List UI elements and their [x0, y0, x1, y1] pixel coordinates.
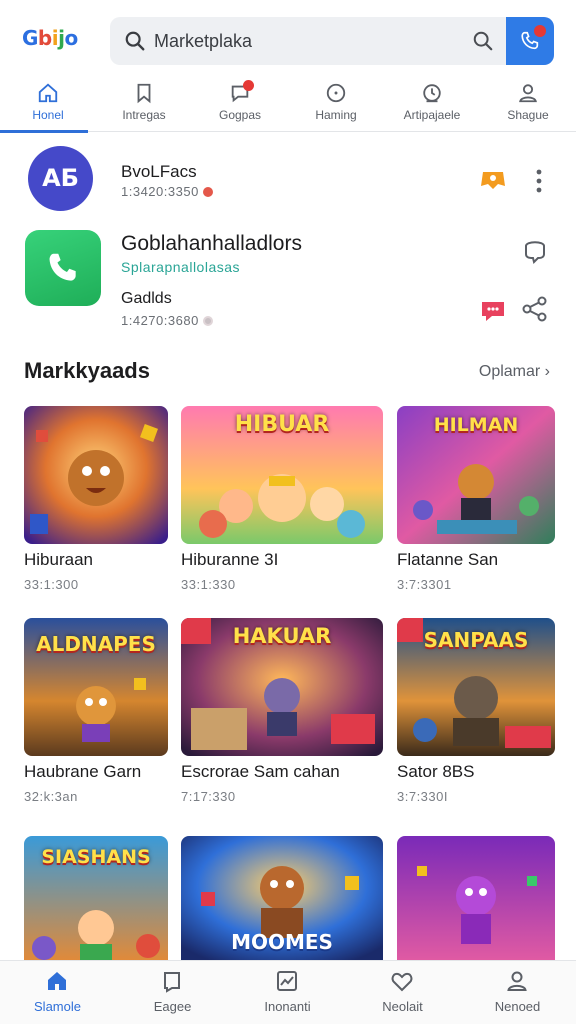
contact-name: BvoLFacs [121, 162, 197, 181]
game-thumbnail: HIBUAR [181, 406, 383, 544]
contact-sub: 1:3420:3350 [121, 184, 213, 199]
clock-icon [326, 83, 346, 103]
call-button[interactable] [506, 17, 554, 65]
game-thumbnail: SIASHANS [24, 836, 168, 960]
contact-subtitle: Splarapnallolasas [121, 259, 241, 275]
tab-badge [243, 80, 254, 91]
banner-text: SANPAAS [423, 628, 529, 652]
status-dot [202, 316, 213, 326]
game-title: Hiburaan [24, 550, 93, 569]
contact-secondary-name: Gadlds [121, 290, 172, 307]
game-thumbnail: SANPAAS [397, 618, 555, 756]
tab-intregas[interactable]: Intregas [96, 78, 192, 132]
game-title: Haubrane Garn [24, 762, 142, 781]
game-meta: 32:k:3an [24, 789, 78, 804]
nav-inonanti[interactable]: Inonanti [230, 961, 345, 1024]
game-title: Sator 8BS [397, 762, 475, 781]
game-title: Flatanne San [397, 550, 499, 569]
heart-icon [391, 972, 413, 992]
share-icon[interactable] [520, 294, 550, 324]
nav-eagee[interactable]: Eagee [115, 961, 230, 1024]
game-meta: 3:7:3301 [397, 577, 452, 592]
banner-text: HAKUAR [232, 624, 332, 648]
bottom-navigation: Slamole Eagee Inonanti Neolait Nenoed [0, 960, 576, 1024]
banner-text: HIBUAR [234, 412, 330, 437]
phone-app-icon [25, 230, 101, 306]
search-submit-icon[interactable] [472, 30, 494, 52]
tab-artipajaele[interactable]: Artipajaele [384, 78, 480, 132]
app-contact-row[interactable]: Goblahanhalladlors Splarapnallolasas Gad… [0, 230, 576, 330]
game-thumbnail: MOOMES [181, 836, 383, 960]
chat-bubble-icon[interactable] [520, 236, 550, 266]
nav-nenoed[interactable]: Nenoed [460, 961, 575, 1024]
game-controller-icon[interactable] [478, 164, 508, 194]
game-title: Escrorae Sam cahan [181, 762, 340, 781]
search-bar[interactable]: Marketplaka [110, 17, 554, 65]
nav-home[interactable]: Slamole [0, 961, 115, 1024]
game-thumbnail: HILMAN [397, 406, 555, 544]
top-bar: Gbijo Marketplaka [0, 0, 576, 78]
section-title: Markkyaads [24, 358, 150, 383]
game-thumbnail [397, 836, 555, 960]
see-all-link[interactable]: Oplamar › [479, 363, 550, 381]
game-meta: 33:1:300 [24, 577, 79, 592]
home-icon [38, 83, 58, 103]
avatar: AБ [28, 146, 93, 211]
banner-text: ALDNAPES [36, 632, 156, 656]
bookmark-icon [164, 972, 180, 993]
banner-text: HILMAN [433, 414, 519, 436]
more-options-icon[interactable] [534, 168, 544, 194]
alarm-icon [423, 84, 441, 103]
game-meta: 7:17:330 [181, 789, 236, 804]
game-thumbnail [24, 406, 168, 544]
tab-shague[interactable]: Shague [480, 78, 576, 132]
phone-icon [49, 253, 76, 281]
game-title: Hiburanne 3I [181, 550, 279, 569]
game-meta: 33:1:330 [181, 577, 236, 592]
tab-gogpas[interactable]: Gogpas [192, 78, 288, 132]
person-icon [519, 84, 537, 103]
tab-bar: Honel Intregas Gogpas Haming Artipajaele… [0, 78, 576, 133]
app-logo[interactable]: Gbijo [22, 26, 78, 50]
game-thumbnail: ALDNAPES [24, 618, 168, 756]
search-icon [125, 31, 145, 51]
bookmark-icon [137, 83, 151, 104]
notification-dot [534, 25, 546, 37]
nav-neolait[interactable]: Neolait [345, 961, 460, 1024]
contact-sub: 1:4270:3680 [121, 313, 213, 328]
tab-haming[interactable]: Haming [288, 78, 384, 132]
tab-home[interactable]: Honel [0, 78, 96, 133]
person-icon [507, 971, 527, 991]
contact-row[interactable]: AБ BvoLFacs 1:3420:3350 [0, 146, 576, 216]
banner-text: SIASHANS [41, 846, 151, 868]
game-thumbnail: HAKUAR [181, 618, 383, 756]
message-icon[interactable] [478, 294, 508, 324]
game-meta: 3:7:330I [397, 789, 448, 804]
home-icon [48, 972, 66, 990]
card-icon [277, 971, 297, 991]
banner-text: MOOMES [231, 930, 333, 954]
status-dot [202, 187, 213, 197]
search-input[interactable]: Marketplaka [154, 31, 252, 52]
contact-name: Goblahanhalladlors [121, 232, 302, 255]
